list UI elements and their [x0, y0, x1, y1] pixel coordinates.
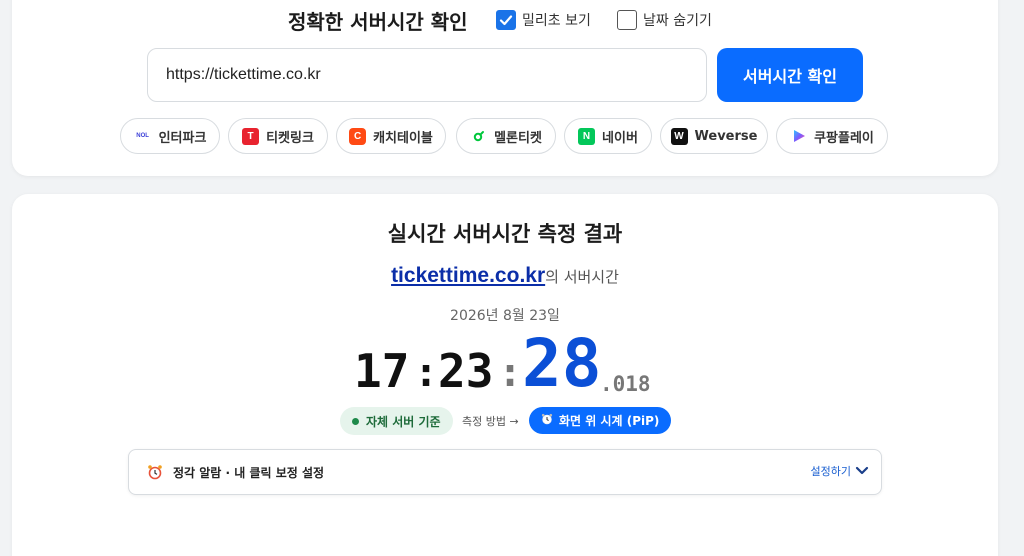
hide-date-label: 날짜 숨기기: [643, 13, 712, 29]
site-chip-label: 티켓링크: [266, 130, 314, 146]
site-chip-weverse[interactable]: W Weverse: [660, 118, 768, 154]
site-shortcuts: NOL 인터파크 T 티켓링크 C 캐치테이블 멜론티켓 N 네이버 W Wev…: [12, 118, 998, 154]
site-chip-coupangplay[interactable]: 쿠팡플레이: [776, 118, 888, 154]
site-chip-label: 멜론티켓: [494, 130, 542, 146]
site-chip-label: 네이버: [602, 130, 638, 146]
site-chip-melonticket[interactable]: 멜론티켓: [456, 118, 556, 154]
measurement-method-label[interactable]: 측정 방법 →: [462, 413, 519, 429]
nol-icon: NOL: [133, 127, 152, 145]
server-basis-label: 자체 서버 기준: [366, 414, 441, 429]
alarm-clock-icon: [147, 464, 163, 480]
site-chip-catchtable[interactable]: C 캐치테이블: [336, 118, 446, 154]
alarm-clock-icon: [541, 413, 553, 428]
clock-minutes: 23: [438, 344, 494, 398]
alarm-settings-panel[interactable]: 정각 알람 · 내 클릭 보정 설정 설정하기: [128, 449, 882, 495]
result-title: 실시간 서버시간 측정 결과: [387, 222, 623, 246]
alarm-settings-toggle-label: 설정하기: [810, 465, 851, 478]
host-link[interactable]: tickettime.co.kr: [391, 264, 545, 287]
clock-milliseconds: .018: [600, 372, 651, 396]
result-card: 실시간 서버시간 측정 결과 tickettime.co.kr의 서버시간 20…: [12, 194, 998, 556]
ticketlink-icon: T: [242, 127, 260, 145]
site-chip-label: Weverse: [694, 128, 758, 144]
server-date: 2026년 8월 23일: [450, 308, 560, 324]
server-basis-badge: 자체 서버 기준: [340, 407, 453, 435]
site-chip-label: 쿠팡플레이: [814, 130, 874, 146]
site-chip-label: 캐치테이블: [373, 130, 433, 146]
catchtable-icon: C: [349, 127, 367, 145]
check-server-time-button[interactable]: 서버시간 확인: [717, 48, 863, 102]
clock-separator: :: [414, 350, 439, 396]
weverse-icon: W: [670, 127, 688, 145]
checkbox-checked-icon[interactable]: [496, 10, 516, 30]
clock-hours: 17: [354, 344, 410, 398]
checkbox-unchecked-icon[interactable]: [617, 10, 637, 30]
chevron-down-icon: [855, 466, 869, 475]
measurement-row: 자체 서버 기준 측정 방법 → 화면 위 시계 (PiP): [12, 407, 998, 435]
alarm-settings-toggle[interactable]: 설정하기: [811, 463, 869, 479]
page-title: 정확한 서버시간 확인: [288, 10, 468, 34]
pip-clock-button[interactable]: 화면 위 시계 (PiP): [529, 407, 672, 434]
url-input[interactable]: [147, 48, 707, 102]
site-chip-interpark[interactable]: NOL 인터파크: [120, 118, 220, 154]
clock-seconds: 28: [522, 325, 602, 402]
host-suffix: 의 서버시간: [545, 268, 619, 286]
site-chip-naver[interactable]: N 네이버: [564, 118, 652, 154]
site-chip-ticketlink[interactable]: T 티켓링크: [228, 118, 328, 154]
title-row: 정확한 서버시간 확인 밀리초 보기 날짜 숨기기: [12, 6, 998, 36]
host-line: tickettime.co.kr의 서버시간: [12, 264, 998, 288]
naver-icon: N: [578, 127, 596, 145]
site-chip-label: 인터파크: [158, 130, 207, 146]
status-dot-icon: [352, 417, 359, 425]
melon-icon: [470, 127, 488, 145]
clock-separator: :: [498, 350, 523, 396]
search-card: 정확한 서버시간 확인 밀리초 보기 날짜 숨기기 서버시간 확인 NOL 인터…: [12, 0, 998, 176]
show-milliseconds-checkbox[interactable]: 밀리초 보기: [496, 10, 591, 30]
show-milliseconds-label: 밀리초 보기: [522, 13, 591, 29]
alarm-settings-title: 정각 알람 · 내 클릭 보정 설정: [173, 466, 325, 480]
pip-button-label: 화면 위 시계 (PiP): [559, 414, 660, 428]
hide-date-checkbox[interactable]: 날짜 숨기기: [617, 10, 712, 30]
coupangplay-icon: [790, 127, 808, 145]
